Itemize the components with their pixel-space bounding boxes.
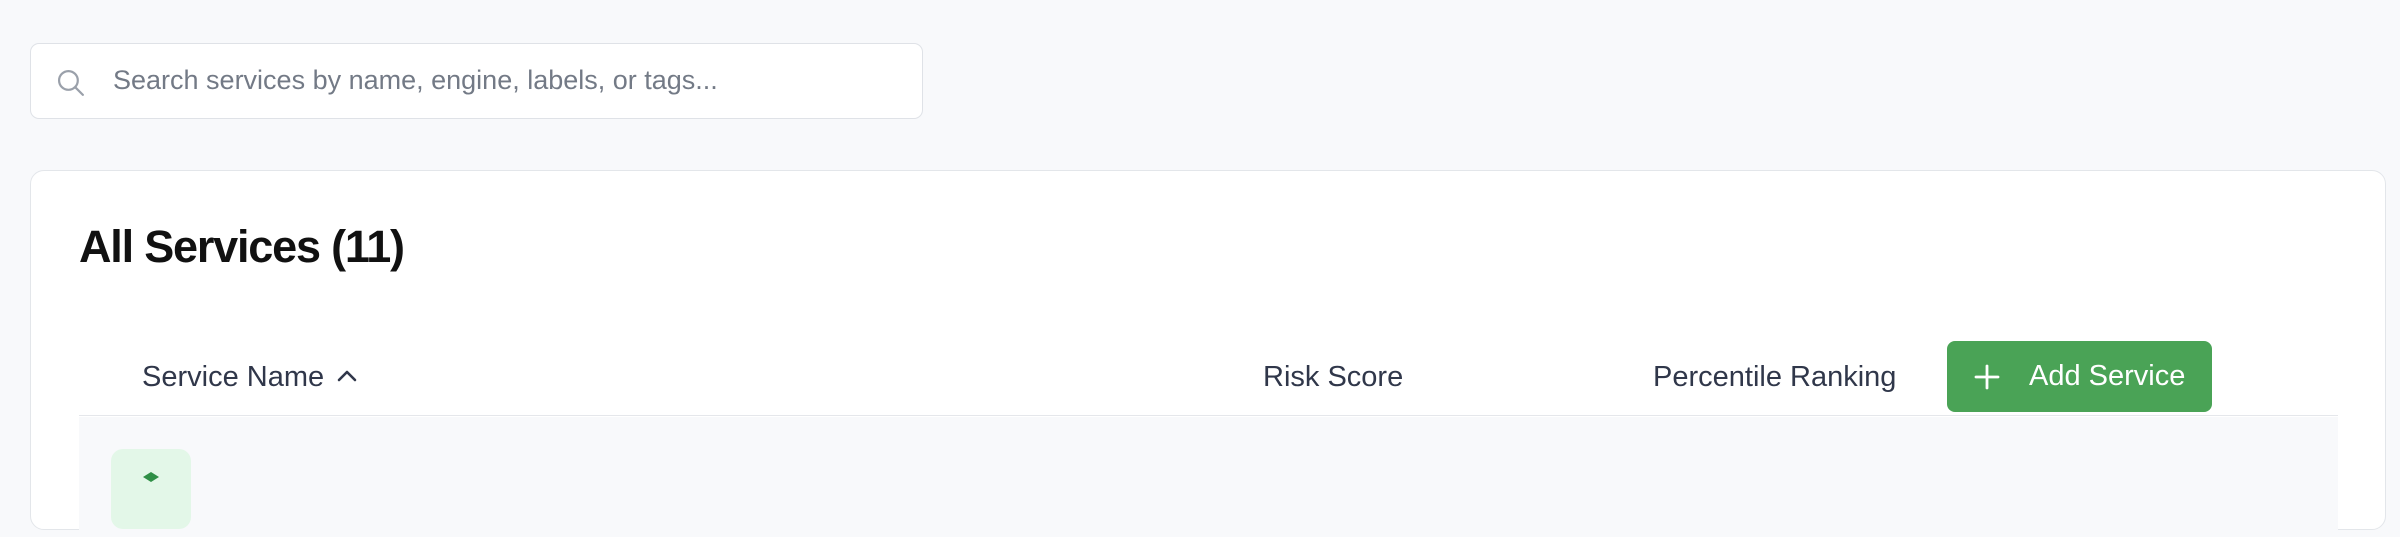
column-header-label: Service Name [142,361,325,393]
column-header-service-name[interactable]: Service Name [142,341,358,413]
column-header-risk-score[interactable]: Risk Score [1263,341,1403,413]
services-card: All Services (11) Service Name Risk Scor… [30,170,2386,537]
table-header: Service Name Risk Score Percentile Ranki… [79,341,2338,416]
search-box[interactable] [30,43,923,119]
service-icon [111,449,191,529]
add-service-button[interactable]: Add Service [1947,341,2212,412]
search-icon [57,69,84,96]
plus-icon [1974,364,2000,389]
column-header-percentile-ranking[interactable]: Percentile Ranking [1653,341,1896,413]
service-icon-glyph [143,472,159,482]
page-title: All Services (11) [79,221,405,272]
chevron-up-icon [337,371,357,382]
search-input[interactable] [111,44,903,117]
add-service-label: Add Service [2029,360,2186,392]
table-row[interactable] [79,417,2338,537]
